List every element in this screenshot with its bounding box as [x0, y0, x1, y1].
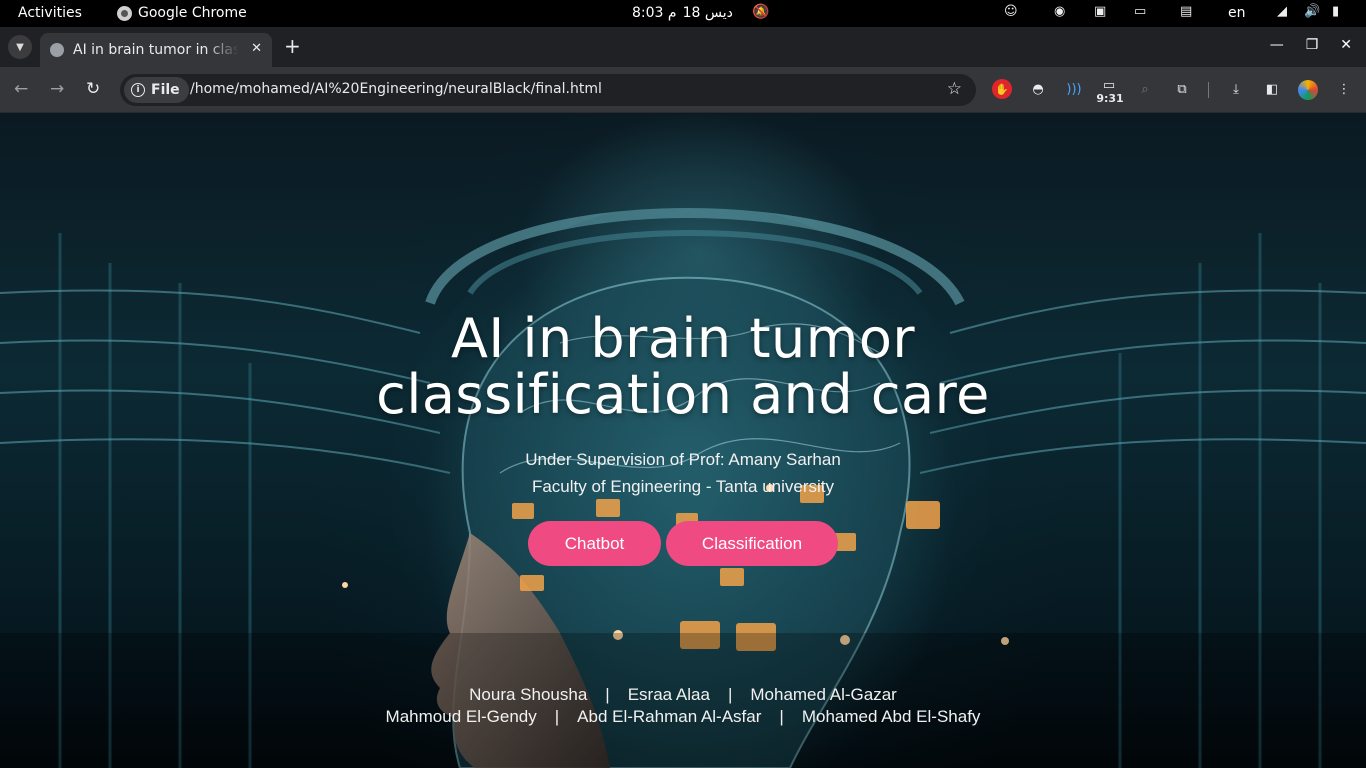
- back-arrow-icon[interactable]: ←: [14, 79, 28, 99]
- maximize-icon[interactable]: ❐: [1306, 37, 1319, 53]
- team-separator: |: [727, 685, 733, 704]
- team-member: Abd El-Rahman Al-Asfar: [577, 707, 762, 726]
- brain-circuit-background: [0, 203, 1366, 768]
- new-tab-button[interactable]: +: [284, 36, 301, 56]
- address-bar[interactable]: i File /home/mohamed/AI%20Engineering/ne…: [120, 74, 976, 106]
- forward-arrow-icon[interactable]: →: [50, 79, 64, 99]
- app-menu[interactable]: Google Chrome: [117, 5, 247, 21]
- hero-title-line-1: AI in brain tumor: [450, 307, 916, 370]
- site-chip-label: File: [151, 82, 180, 98]
- tab-search-button[interactable]: ▼: [8, 35, 32, 59]
- activities-button[interactable]: Activities: [18, 5, 82, 21]
- toolbar-divider: [1208, 82, 1209, 98]
- team-separator: |: [605, 685, 610, 704]
- notifications-muted-icon: 🔕: [752, 4, 770, 20]
- team-member: Mohamed Abd El-Shafy: [801, 707, 981, 726]
- wifi-icon[interactable]: ◢: [1277, 4, 1287, 19]
- volume-icon[interactable]: 🔊: [1304, 4, 1320, 19]
- teams-tray-icon[interactable]: ▣: [1094, 4, 1106, 19]
- close-window-icon[interactable]: ✕: [1340, 37, 1352, 53]
- emoji-tray-icon[interactable]: ☺: [1004, 4, 1018, 19]
- tab-title: AI in brain tumor in classification and …: [73, 42, 239, 58]
- window-controls: — ❐ ✕: [1270, 37, 1352, 53]
- chevron-down-icon: ▼: [16, 41, 24, 53]
- download-icon[interactable]: ⤓: [1226, 79, 1246, 99]
- team-row-2: Mahmoud El-Gendy | Abd El-Rahman Al-Asfar |…: [0, 707, 1366, 727]
- side-panel-icon[interactable]: ◧: [1262, 79, 1282, 99]
- puzzle-extensions-icon[interactable]: ⧉: [1172, 79, 1192, 99]
- team-member: Mohamed Al-Gazar: [750, 685, 897, 704]
- minimize-icon[interactable]: —: [1270, 37, 1284, 53]
- globe-icon: [50, 43, 64, 57]
- profile-avatar[interactable]: [1298, 80, 1318, 100]
- bookmark-star-icon[interactable]: ☆: [947, 79, 962, 99]
- browser-tray-icon[interactable]: ◉: [1054, 4, 1065, 19]
- classification-button[interactable]: Classification: [666, 521, 838, 566]
- team-row-1: Noura Shousha | Esraa Alaa | Mohamed Al-Gaza…: [0, 685, 1366, 705]
- team-member: Noura Shousha: [469, 685, 588, 704]
- team-member: Mahmoud El-Gendy: [385, 707, 537, 726]
- url-text[interactable]: /home/mohamed/AI%20Engineering/neuralBla…: [190, 81, 602, 97]
- site-info-chip[interactable]: i File: [124, 77, 189, 103]
- team-member: Esraa Alaa: [627, 685, 710, 704]
- hero-title: AI in brain tumor classification and car…: [0, 311, 1366, 423]
- chrome-app-icon: [117, 5, 132, 21]
- supervision-text: Under Supervision of Prof: Amany Sarhan: [525, 450, 841, 469]
- search-extension-icon[interactable]: ⌕: [1135, 79, 1155, 99]
- active-tab[interactable]: AI in brain tumor in classification and …: [40, 33, 272, 67]
- adblock-extension-icon[interactable]: ✋: [992, 79, 1012, 99]
- input-language[interactable]: en: [1228, 5, 1246, 21]
- battery-icon[interactable]: ▮: [1332, 4, 1339, 19]
- info-icon: i: [131, 83, 145, 97]
- spy-extension-icon[interactable]: ◓: [1028, 79, 1048, 99]
- hero-title-line-2: classification and care: [376, 363, 990, 426]
- drive-tray-icon[interactable]: ▭: [1134, 4, 1146, 19]
- reload-icon[interactable]: ↻: [86, 79, 100, 99]
- clock-time: 8:03 م: [632, 5, 677, 21]
- app-name: Google Chrome: [138, 5, 247, 21]
- faculty-text: Faculty of Engineering - Tanta universit…: [531, 477, 835, 496]
- team-separator: |: [779, 707, 784, 726]
- team-separator: |: [554, 707, 560, 726]
- timer-extension-label: 9:31: [1096, 91, 1124, 105]
- system-top-bar: Activities Google Chrome 8:03 م ديس 18 🔕…: [0, 0, 1366, 27]
- menu-kebab-icon[interactable]: ⋮: [1334, 79, 1354, 99]
- clipboard-tray-icon[interactable]: ▤: [1180, 4, 1192, 19]
- chatbot-button[interactable]: Chatbot: [528, 521, 661, 566]
- tab-strip: ▼ AI in brain tumor in classification an…: [0, 27, 1366, 67]
- clock-date: ديس 18: [682, 5, 733, 21]
- close-tab-icon[interactable]: ✕: [251, 41, 262, 56]
- clock[interactable]: 8:03 م ديس 18: [632, 5, 733, 21]
- browser-toolbar: ← → ↻ i File /home/mohamed/AI%20Engineer…: [0, 67, 1366, 113]
- wave-extension-icon[interactable]: ))): [1064, 79, 1084, 99]
- hero-section: AI in brain tumor classification and car…: [0, 113, 1366, 768]
